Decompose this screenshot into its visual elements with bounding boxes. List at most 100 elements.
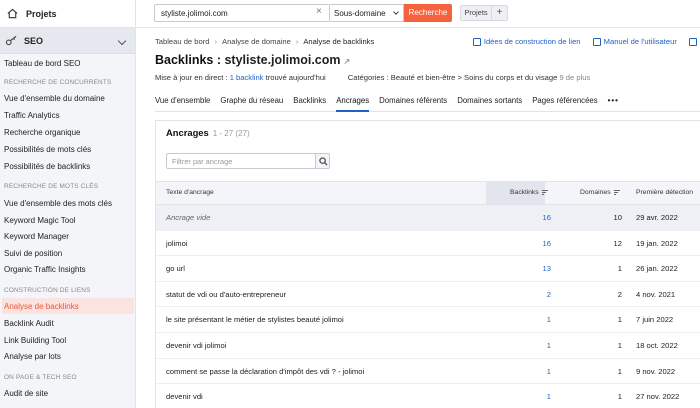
col-first-seen-label: Première détection: [636, 189, 694, 196]
backlinks-count-link[interactable]: 16: [486, 205, 551, 230]
sidebar-item[interactable]: Tableau de bord SEO: [0, 55, 135, 71]
first-seen-date: 26 jan. 2022: [636, 264, 678, 274]
first-seen-date: 29 avr. 2022: [636, 213, 678, 222]
table-row[interactable]: Ancrage vide 16 10 29 avr. 2022: [156, 205, 700, 231]
table-row[interactable]: go url 13 1 26 jan. 2022: [156, 256, 700, 282]
extra-link[interactable]: [689, 37, 700, 46]
breadcrumb-item[interactable]: Tableau de bord: [155, 37, 209, 46]
backlink-count-link[interactable]: 1 backlink: [230, 73, 264, 82]
tab-item[interactable]: Pages référencées: [532, 92, 597, 112]
sidebar-item[interactable]: Link Building Tool: [0, 332, 135, 348]
page-meta: Mise à jour en direct : 1 backlink trouv…: [155, 73, 590, 82]
sidebar-item[interactable]: Keyword Magic Tool: [0, 212, 135, 228]
backlinks-count-link[interactable]: 1: [486, 384, 551, 408]
tab-item[interactable]: Ancrages: [336, 92, 370, 112]
anchor-text-cell: statut de vdi ou d'auto-entrepreneur: [166, 289, 287, 299]
sidebar-section-heading: CONSTRUCTION DE LIENS: [4, 287, 91, 294]
sidebar-item[interactable]: Analyse de backlinks: [2, 298, 134, 314]
tab-item[interactable]: Graphe du réseau: [220, 92, 283, 112]
anchor-filter-input[interactable]: Filtrer par ancrage: [166, 153, 316, 169]
table-row[interactable]: devenir vdi jolimoi 1 1 18 oct. 2022: [156, 333, 700, 359]
chevron-down-icon[interactable]: [117, 36, 127, 46]
chevron-right-icon: ›: [295, 37, 299, 46]
backlinks-count-link[interactable]: 1: [486, 307, 551, 332]
anchor-text-cell: jolimoi: [166, 238, 188, 248]
first-seen-date: 27 nov. 2022: [636, 392, 680, 402]
backlinks-count-link[interactable]: 16: [486, 231, 551, 256]
categories-more[interactable]: 9 de plus: [559, 73, 590, 82]
anchor-text-cell: comment se passe la déclaration d'impôt …: [166, 366, 365, 376]
header-links: Idées de construction de lien Manuel de …: [463, 37, 700, 48]
table-row[interactable]: jolimoi 16 12 19 jan. 2022: [156, 231, 700, 257]
table-row[interactable]: statut de vdi ou d'auto-entrepreneur 2 2 4 …: [156, 282, 700, 308]
domains-count: 2: [617, 289, 622, 299]
update-suffix: trouvé aujourd'hui: [263, 73, 326, 82]
tab-item[interactable]: Domaines référents: [379, 92, 447, 112]
categories-text: Catégories : Beauté et bien-être > Soins…: [347, 73, 558, 82]
page-title-domain[interactable]: styliste.jolimoi.com: [224, 53, 340, 67]
table-row[interactable]: le site présentant le métier de styliste…: [156, 307, 700, 333]
sidebar-item[interactable]: Traffic Analytics: [0, 107, 135, 123]
sidebar-item[interactable]: Organic Traffic Insights: [0, 261, 135, 277]
col-backlinks[interactable]: Backlinks: [486, 182, 548, 204]
sidebar-item[interactable]: Audit de site: [0, 385, 135, 401]
main-content: Tableau de bord › Analyse de domaine › Analy…: [136, 28, 700, 408]
sidebar-item[interactable]: Possibilités de mots clés: [0, 141, 135, 157]
sidebar-item[interactable]: Recherche organique: [0, 124, 135, 140]
col-anchor-text[interactable]: Texte d'ancrage: [166, 182, 214, 204]
backlinks-count-link[interactable]: 13: [486, 256, 551, 281]
sidebar-item[interactable]: Backlink Audit: [0, 315, 135, 331]
ideas-link[interactable]: Idées de construction de lien: [472, 37, 581, 46]
projets-button[interactable]: Projets: [460, 5, 492, 21]
sidebar: Projets SEO Tableau de bord SEO RECHERCHE…: [0, 0, 136, 408]
anchor-text-cell: go url: [166, 264, 185, 274]
external-link-icon[interactable]: ↗: [344, 57, 351, 66]
first-seen-date: 18 oct. 2022: [636, 341, 678, 350]
sidebar-projets-item[interactable]: Projets: [0, 0, 135, 28]
link-building-icon: [472, 37, 481, 46]
anchor-text-cell: devenir vdi jolimoi: [166, 341, 227, 350]
add-project-button[interactable]: +: [492, 5, 508, 21]
col-domains[interactable]: Domaines: [580, 182, 620, 204]
scope-dropdown[interactable]: Sous-domaine: [330, 4, 404, 22]
sidebar-item[interactable]: Vue d'ensemble des mots clés: [0, 195, 135, 211]
page-title-prefix: Backlinks :: [155, 53, 225, 67]
table-row[interactable]: comment se passe la déclaration d'impôt …: [156, 359, 700, 385]
chevron-down-icon: [393, 9, 399, 15]
sidebar-item[interactable]: Possibilités de backlinks: [0, 158, 135, 174]
page-title: Backlinks : styliste.jolimoi.com ↗: [155, 53, 350, 67]
col-first-seen[interactable]: Première détection: [636, 182, 693, 204]
table-row[interactable]: devenir vdi 1 1 27 nov. 2022: [156, 384, 700, 408]
manual-link[interactable]: Manuel de l'utilisateur: [592, 37, 677, 46]
filter-search-button[interactable]: [315, 153, 330, 169]
sidebar-section-heading: ON PAGE & TECH SEO: [4, 374, 77, 381]
sidebar-seo-section[interactable]: SEO: [0, 28, 135, 54]
clear-icon[interactable]: ×: [316, 7, 322, 17]
sidebar-item[interactable]: Keyword Manager: [0, 228, 135, 244]
home-icon: [7, 8, 18, 19]
backlinks-count-link[interactable]: 2: [486, 282, 551, 307]
panel-title-text: Ancrages: [166, 127, 209, 138]
domains-count: 10: [613, 213, 622, 222]
sidebar-item[interactable]: Analyse par lots: [0, 348, 135, 364]
domains-count: 1: [617, 366, 622, 376]
first-seen-date: 9 nov. 2022: [636, 366, 676, 376]
first-seen-date: 19 jan. 2022: [636, 238, 678, 248]
backlinks-count-link[interactable]: 1: [486, 359, 551, 384]
search-button[interactable]: Recherche: [404, 4, 452, 22]
tab-item[interactable]: Domaines sortants: [457, 92, 522, 112]
domains-count: 1: [617, 315, 622, 325]
tab-item[interactable]: Backlinks: [293, 92, 326, 112]
backlinks-count-link[interactable]: 1: [486, 333, 551, 358]
update-prefix: Mise à jour en direct :: [155, 73, 230, 82]
sidebar-item[interactable]: Vue d'ensemble du domaine: [0, 90, 135, 106]
seo-icon: [5, 35, 17, 46]
tab-item[interactable]: Vue d'ensemble: [155, 92, 210, 112]
domain-search-input[interactable]: styliste.jolimoi.com: [154, 4, 330, 22]
anchor-text-cell: Ancrage vide: [166, 213, 211, 222]
anchors-panel: Ancrages 1 - 27 (27) Filtrer par ancrage …: [155, 120, 700, 408]
more-tabs-icon[interactable]: •••: [608, 92, 619, 112]
breadcrumb-item[interactable]: Analyse de domaine: [222, 37, 291, 46]
domains-count: 1: [617, 392, 622, 402]
sidebar-item[interactable]: Suivi de position: [0, 245, 135, 261]
